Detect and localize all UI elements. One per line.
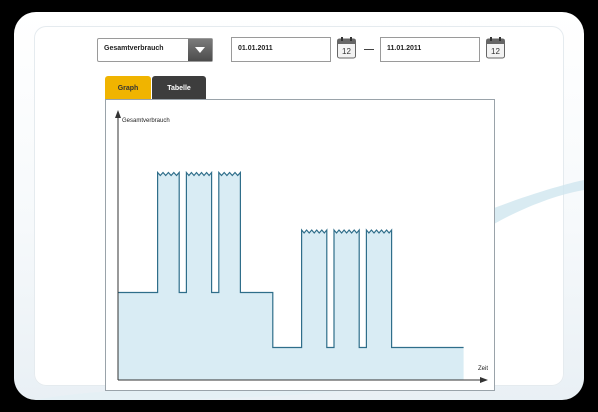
calendar-icon: 12: [486, 37, 505, 59]
x-axis-label: Zeit: [477, 366, 488, 372]
date-to-field[interactable]: 11.01.2011: [380, 37, 480, 62]
tab-graph-label: Graph: [117, 85, 139, 92]
calendar-from-button[interactable]: 12: [337, 37, 356, 59]
calendar-icon: 12: [337, 37, 356, 59]
tab-tabelle-label: Tabelle: [167, 85, 191, 92]
chart-svg: [115, 110, 488, 383]
x-axis-arrow: [480, 377, 488, 383]
date-to-value: 11.01.2011: [387, 45, 422, 52]
consumption-dropdown[interactable]: Gesamtverbrauch: [97, 38, 213, 62]
y-axis-arrow: [115, 110, 121, 118]
tab-tabelle[interactable]: Tabelle: [152, 76, 206, 100]
dropdown-arrow[interactable]: [188, 39, 212, 61]
calendar-day-label: 12: [342, 47, 351, 56]
date-from-field[interactable]: 01.01.2011: [231, 37, 331, 62]
y-axis-label: Gesamtverbrauch: [122, 118, 170, 124]
calendar-day-label: 12: [491, 47, 500, 56]
chart-panel: Gesamtverbrauch Zeit: [105, 99, 495, 391]
tab-graph[interactable]: Graph: [105, 76, 151, 100]
date-from-value: 01.01.2011: [238, 45, 273, 52]
calendar-to-button[interactable]: 12: [486, 37, 505, 59]
date-range-separator: [364, 49, 374, 50]
chevron-down-icon: [195, 47, 205, 53]
series-area: [118, 172, 464, 380]
dropdown-value: Gesamtverbrauch: [104, 45, 164, 52]
